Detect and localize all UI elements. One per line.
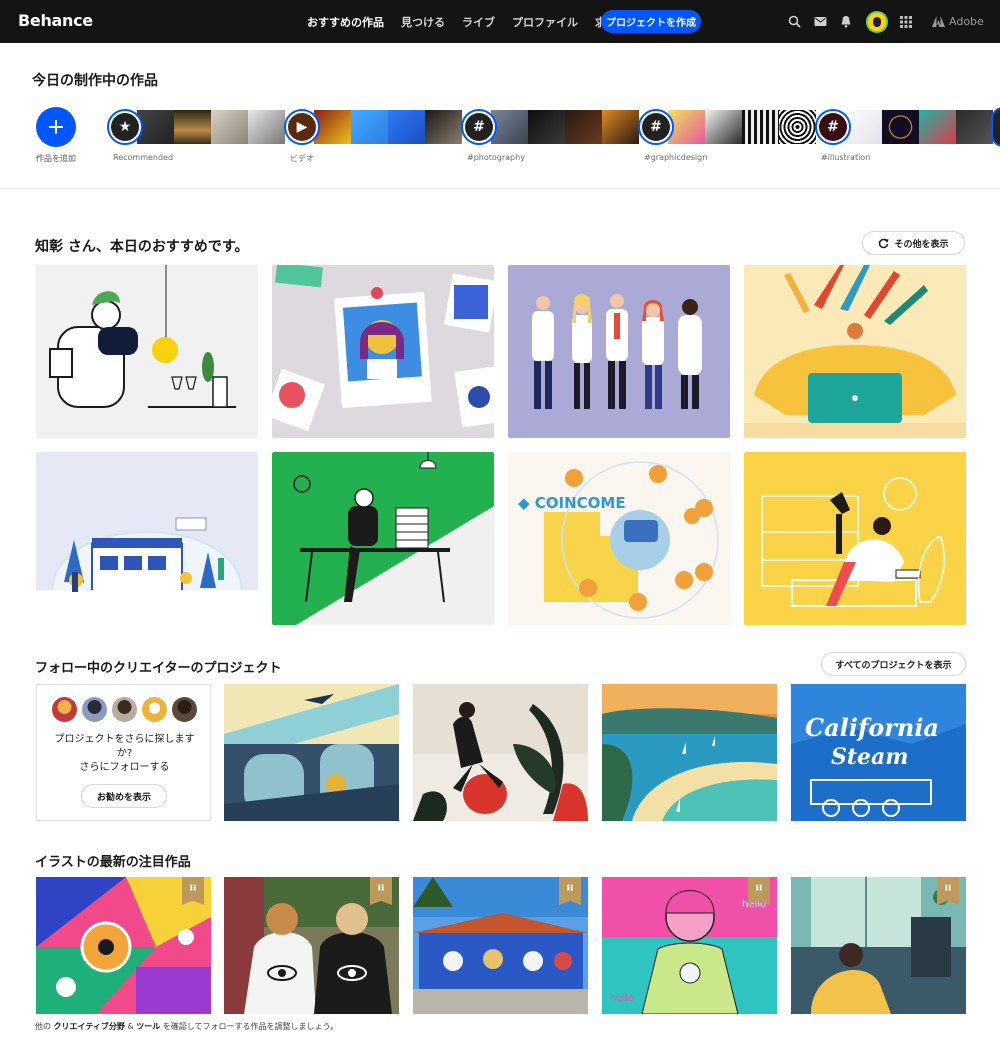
follow-suggest-text: プロジェクトをさらに探します か? さらにフォローする bbox=[37, 733, 212, 775]
nav-link-profile[interactable]: プロファイル bbox=[512, 14, 578, 30]
story-recommended[interactable]: ★ bbox=[107, 109, 285, 145]
show-recommendations-button[interactable]: お勧めを表示 bbox=[81, 784, 167, 808]
avatar[interactable] bbox=[52, 697, 77, 722]
project-card[interactable]: hello hello II bbox=[602, 877, 777, 1014]
svg-text:Steam: Steam bbox=[831, 744, 909, 770]
plus-icon bbox=[49, 120, 63, 134]
story-thumbs bbox=[668, 110, 816, 144]
story-thumbs bbox=[491, 110, 639, 144]
story-graphicdesign[interactable]: # bbox=[638, 109, 816, 145]
story-label-video: ビデオ bbox=[290, 154, 314, 163]
create-project-button[interactable]: プロジェクトを作成 bbox=[601, 10, 701, 33]
avatar[interactable] bbox=[866, 10, 888, 33]
nav-icons: Adobe bbox=[786, 0, 984, 43]
story-thumbs bbox=[314, 110, 462, 144]
project-card[interactable]: California Steam bbox=[791, 684, 966, 821]
story-thumbs bbox=[845, 110, 993, 144]
story-next-partial[interactable] bbox=[991, 107, 1000, 147]
story-illustration[interactable]: # bbox=[815, 109, 993, 145]
top-nav: Behance おすすめの作品 見つける ライブ プロファイル 求人 プロジェク… bbox=[0, 0, 1000, 43]
project-card[interactable]: II bbox=[413, 877, 588, 1014]
search-icon[interactable] bbox=[786, 14, 802, 30]
project-card[interactable]: II bbox=[224, 877, 399, 1014]
project-card[interactable] bbox=[508, 265, 730, 438]
apps-grid-icon[interactable] bbox=[898, 14, 914, 30]
story-avatar: # bbox=[638, 109, 674, 145]
nav-link-live[interactable]: ライブ bbox=[462, 14, 495, 30]
adobe-link[interactable]: Adobe bbox=[932, 15, 984, 28]
project-card[interactable]: II bbox=[36, 877, 211, 1014]
hash-icon: # bbox=[642, 113, 670, 141]
add-work-label: 作品を追加 bbox=[36, 154, 76, 163]
creator-avatars bbox=[52, 697, 197, 722]
hash-icon: # bbox=[819, 113, 847, 141]
mail-icon[interactable] bbox=[812, 14, 828, 30]
avatar[interactable] bbox=[82, 697, 107, 722]
featured-badge: II bbox=[559, 877, 581, 905]
follow-text-line1: プロジェクトをさらに探します bbox=[54, 734, 195, 745]
hash-icon: # bbox=[465, 113, 493, 141]
bell-icon[interactable] bbox=[838, 14, 854, 30]
svg-text:◆ COINCOME: ◆ COINCOME bbox=[518, 494, 626, 512]
avatar[interactable] bbox=[172, 697, 197, 722]
story-label-graphicdesign: #graphicdesign bbox=[644, 153, 708, 162]
all-projects-button[interactable]: すべてのプロジェクトを表示 bbox=[821, 652, 966, 676]
project-card[interactable]: II bbox=[791, 877, 966, 1014]
play-icon: ▶ bbox=[288, 113, 316, 141]
project-card[interactable] bbox=[744, 452, 966, 625]
story-avatar: ★ bbox=[107, 109, 143, 145]
nav-link-featured[interactable]: おすすめの作品 bbox=[307, 14, 384, 30]
refresh-icon bbox=[879, 238, 889, 248]
svg-text:hello: hello bbox=[610, 993, 634, 1004]
star-icon: ★ bbox=[111, 113, 139, 141]
project-card[interactable] bbox=[36, 265, 258, 438]
follow-text-line3: さらにフォローする bbox=[79, 762, 170, 773]
story-video[interactable]: ▶ bbox=[284, 109, 462, 145]
svg-text:California: California bbox=[805, 713, 939, 742]
tools-link[interactable]: ツール bbox=[136, 1022, 160, 1031]
story-label-photography: #photography bbox=[467, 153, 525, 162]
creative-fields-link[interactable]: クリエイティブ分野 bbox=[54, 1022, 125, 1031]
footnote-amp: & bbox=[127, 1022, 134, 1031]
follow-suggest-box: プロジェクトをさらに探します か? さらにフォローする お勧めを表示 bbox=[36, 684, 211, 821]
story-avatar: # bbox=[815, 109, 851, 145]
story-label-recommended: Recommended bbox=[113, 153, 174, 162]
nav-links: おすすめの作品 見つける ライブ プロファイル 求人 bbox=[307, 0, 617, 43]
project-card[interactable] bbox=[744, 265, 966, 438]
in-progress-title: 今日の制作中の作品 bbox=[32, 73, 158, 89]
avatar[interactable] bbox=[112, 697, 137, 722]
add-work-button[interactable] bbox=[36, 107, 76, 147]
footnote-post: を確認してフォローする作品を調整しましょう。 bbox=[162, 1022, 339, 1031]
project-card[interactable] bbox=[272, 265, 494, 438]
featured-badge: II bbox=[370, 877, 392, 905]
follow-text-line2: か? bbox=[116, 748, 133, 759]
behance-logo[interactable]: Behance bbox=[18, 11, 93, 30]
featured-badge: II bbox=[182, 877, 204, 905]
show-more-label: その他を表示 bbox=[894, 239, 949, 250]
adobe-icon bbox=[932, 16, 945, 27]
featured-badge: II bbox=[937, 877, 959, 905]
project-card[interactable] bbox=[602, 684, 777, 821]
project-card[interactable] bbox=[36, 452, 258, 625]
illustration-title: イラストの最新の注目作品 bbox=[35, 855, 191, 870]
project-card[interactable] bbox=[272, 452, 494, 625]
story-avatar: # bbox=[461, 109, 497, 145]
following-title: フォロー中のクリエイターのプロジェクト bbox=[35, 661, 282, 676]
project-card[interactable]: ◆ COINCOME bbox=[508, 452, 730, 625]
project-card[interactable] bbox=[413, 684, 588, 821]
story-thumbs bbox=[137, 110, 285, 144]
avatar[interactable] bbox=[142, 697, 167, 722]
adobe-label: Adobe bbox=[949, 15, 984, 28]
story-photography[interactable]: # bbox=[461, 109, 639, 145]
show-more-button[interactable]: その他を表示 bbox=[862, 231, 965, 255]
story-avatar: ▶ bbox=[284, 109, 320, 145]
featured-badge: II bbox=[748, 877, 770, 905]
story-label-illustration: #illustration bbox=[821, 153, 871, 162]
footnote: 他の クリエイティブ分野 & ツール を確認してフォローする作品を調整しましょう… bbox=[35, 1021, 338, 1032]
footnote-pre: 他の bbox=[35, 1022, 51, 1031]
nav-link-discover[interactable]: 見つける bbox=[401, 14, 445, 30]
project-card[interactable] bbox=[224, 684, 399, 821]
recommend-title: 知彰 さん、本日のおすすめです。 bbox=[35, 239, 249, 255]
